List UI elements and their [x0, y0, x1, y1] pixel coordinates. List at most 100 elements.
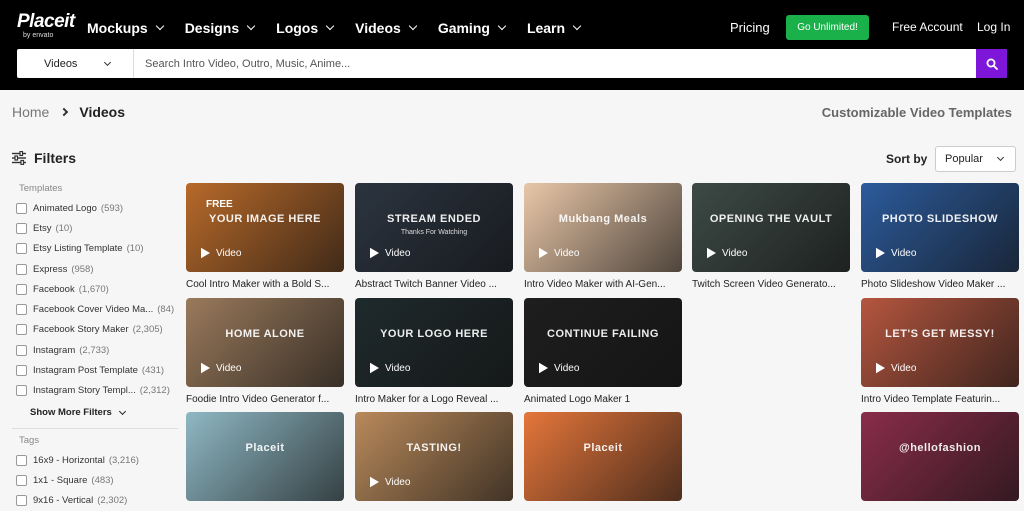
template-thumbnail	[861, 412, 1019, 501]
filters-title: Filters	[34, 150, 77, 166]
template-title[interactable]: Intro Maker for a Logo Reveal ...	[355, 394, 513, 405]
template-card[interactable]: PHOTO SLIDESHOW Video	[861, 183, 1019, 272]
checkbox[interactable]	[16, 243, 27, 255]
filter-count: (593)	[100, 202, 124, 214]
template-title[interactable]: Intro Video Template Featurin...	[861, 394, 1019, 405]
checkbox[interactable]	[16, 202, 27, 214]
nav-item-designs[interactable]: Designs	[185, 18, 256, 38]
filter-item[interactable]: Express (958)	[16, 259, 174, 279]
filter-count: (10)	[126, 243, 144, 255]
templates-filter-list: Animated Logo (593) Etsy (10) Etsy Listing…	[16, 198, 174, 401]
free-account-link[interactable]: Free Account	[892, 20, 963, 34]
video-label: Video	[369, 362, 410, 374]
nav-label: Learn	[526, 20, 566, 36]
nav-item-videos[interactable]: Videos	[355, 18, 418, 38]
sort-by-label: Sort by	[886, 152, 928, 166]
filter-label: 16x9 - Horizontal	[33, 454, 105, 466]
top-navigation-bar: Placeit by envato Mockups Designs Logos …	[0, 0, 1024, 90]
filter-label: Express	[33, 263, 68, 275]
go-unlimited-button[interactable]: Go Unlimited!	[786, 15, 869, 40]
checkbox[interactable]	[16, 283, 27, 295]
template-card[interactable]: TASTING! Video	[355, 412, 513, 501]
chevron-down-icon	[104, 58, 112, 66]
template-card[interactable]: OPENING THE VAULT Video	[692, 183, 850, 272]
filter-label: Facebook Cover Video Ma...	[33, 304, 154, 316]
template-card[interactable]: LET'S GET MESSY! Video	[861, 298, 1019, 387]
template-title[interactable]: Twitch Screen Video Generato...	[692, 279, 850, 290]
play-icon	[370, 247, 379, 259]
filter-count: (2,305)	[132, 324, 163, 336]
filter-item[interactable]: Facebook Story Maker (2,305)	[16, 320, 174, 340]
video-type: Video	[385, 247, 411, 259]
search-button[interactable]	[976, 49, 1007, 78]
template-title[interactable]: Abstract Twitch Banner Video ...	[355, 279, 513, 290]
template-card[interactable]: HOME ALONE Video	[186, 298, 344, 387]
nav-item-learn[interactable]: Learn	[526, 18, 582, 38]
nav-item-mockups[interactable]: Mockups	[87, 18, 164, 38]
template-card[interactable]: YOUR IMAGE HERE FREE Video	[186, 183, 344, 272]
template-title[interactable]: Foodie Intro Video Generator f...	[186, 394, 344, 405]
template-card[interactable]: STREAM ENDED Thanks For Watching Video	[355, 183, 513, 272]
checkbox[interactable]	[16, 263, 27, 275]
filter-item[interactable]: 9x16 - Vertical (2,302)	[16, 491, 139, 511]
search-category-select[interactable]: Videos	[17, 49, 134, 78]
checkbox[interactable]	[16, 454, 27, 466]
thumbnail-overlay-text: Placeit	[583, 442, 623, 454]
template-title[interactable]: Intro Video Maker with AI-Gen...	[524, 279, 682, 290]
chevron-down-icon	[572, 21, 582, 31]
filter-item[interactable]: Instagram Post Template (431)	[16, 360, 174, 380]
checkbox[interactable]	[16, 385, 27, 397]
filter-label: Instagram	[33, 344, 76, 356]
filter-item[interactable]: 16x9 - Horizontal (3,216)	[16, 450, 139, 470]
filter-item[interactable]: Animated Logo (593)	[16, 198, 174, 218]
template-title[interactable]: Animated Logo Maker 1	[524, 394, 682, 405]
thumbnail-overlay-text: @hellofashion	[898, 442, 981, 454]
checkbox[interactable]	[16, 344, 27, 356]
filters-toggle[interactable]: Filters	[12, 150, 76, 166]
filter-item[interactable]: Instagram Story Templ... (2,312)	[16, 381, 174, 401]
chevron-down-icon	[325, 21, 335, 31]
filter-item[interactable]: Etsy Listing Template (10)	[16, 239, 174, 259]
filter-item[interactable]: Instagram (2,733)	[16, 340, 174, 360]
video-label: Video	[875, 362, 916, 374]
thumbnail-overlay-text: TASTING!	[406, 442, 462, 454]
pricing-link[interactable]: Pricing	[730, 20, 770, 35]
show-more-filters-button[interactable]: Show More Filters	[30, 407, 126, 418]
thumbnail-overlay-text: HOME ALONE	[225, 328, 305, 340]
video-type: Video	[385, 476, 411, 488]
filter-item[interactable]: 1x1 - Square (483)	[16, 470, 139, 490]
video-type: Video	[216, 362, 242, 374]
filter-item[interactable]: Facebook (1,670)	[16, 279, 174, 299]
logo-text: Placeit	[17, 11, 75, 32]
search-input[interactable]	[135, 49, 975, 78]
sort-select[interactable]: Popular	[935, 146, 1016, 172]
checkbox[interactable]	[16, 304, 27, 316]
filter-item[interactable]: Etsy (10)	[16, 218, 174, 238]
template-card[interactable]: YOUR LOGO HERE Video	[355, 298, 513, 387]
sliders-icon	[12, 151, 26, 165]
placeit-logo[interactable]: Placeit by envato	[17, 12, 75, 40]
checkbox[interactable]	[16, 365, 27, 377]
template-card[interactable]: Placeit	[186, 412, 344, 501]
video-type: Video	[554, 362, 580, 374]
play-icon	[370, 476, 379, 488]
video-type: Video	[554, 247, 580, 259]
breadcrumb-home[interactable]: Home	[12, 104, 49, 120]
login-link[interactable]: Log In	[977, 20, 1010, 34]
video-type: Video	[385, 362, 411, 374]
template-title[interactable]: Photo Slideshow Video Maker ...	[861, 279, 1019, 290]
filter-label: Instagram Post Template	[33, 365, 138, 377]
filter-count: (483)	[91, 474, 114, 486]
template-card[interactable]: CONTINUE FAILING Video	[524, 298, 682, 387]
template-title[interactable]: Cool Intro Maker with a Bold S...	[186, 279, 344, 290]
nav-item-logos[interactable]: Logos	[276, 18, 335, 38]
nav-item-gaming[interactable]: Gaming	[438, 18, 507, 38]
checkbox[interactable]	[16, 222, 27, 234]
checkbox[interactable]	[16, 474, 27, 486]
filter-item[interactable]: Facebook Cover Video Ma... (84)	[16, 299, 174, 319]
chevron-down-icon	[118, 407, 126, 415]
template-card[interactable]: Mukbang Meals Video	[524, 183, 682, 272]
template-card[interactable]: @hellofashion	[861, 412, 1019, 501]
template-card[interactable]: Placeit	[524, 412, 682, 501]
checkbox[interactable]	[16, 324, 27, 336]
